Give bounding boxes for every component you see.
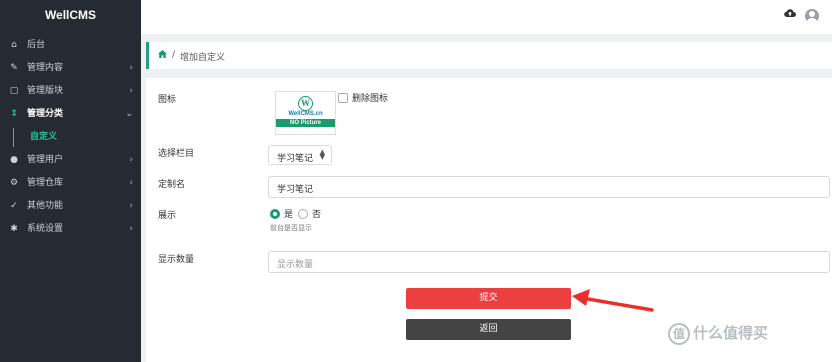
watermark-logo-icon: 值 bbox=[668, 322, 690, 345]
watermark: 值什么值得买 bbox=[668, 322, 768, 345]
annotation-arrow-icon bbox=[572, 289, 654, 312]
watermark-text: 什么值得买 bbox=[693, 324, 769, 342]
